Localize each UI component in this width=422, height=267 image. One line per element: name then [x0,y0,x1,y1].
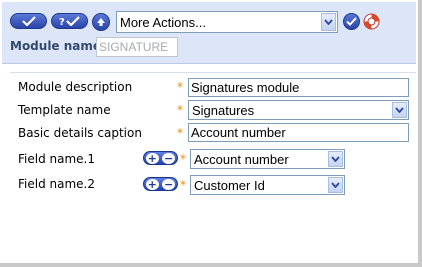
add-field-1-button[interactable]: + [145,152,159,164]
module-description-label: Module description [18,80,133,94]
field-name-2-value: Customer Id [194,177,265,193]
confirm-query-button[interactable]: ? [51,13,88,29]
chevron-down-icon [321,13,336,31]
more-actions-value: More Actions... [120,14,206,30]
module-description-input[interactable]: Signatures module [188,78,409,97]
checkmark-icon [21,16,36,26]
field-name-2-select[interactable]: Customer Id [190,175,345,195]
chevron-down-icon [392,102,407,118]
up-arrow-icon [97,18,105,26]
basic-details-caption-input[interactable]: Account number [188,123,409,142]
remove-field-1-button[interactable]: − [162,152,176,164]
required-marker: * [180,178,186,192]
help-button[interactable] [363,13,380,30]
remove-field-2-button[interactable]: − [162,178,176,190]
go-button[interactable] [343,13,360,30]
svg-text:?: ? [59,17,65,26]
question-check-icon: ? [59,16,80,26]
field-2-add-remove: + − [143,177,178,191]
chevron-down-icon [328,177,343,193]
confirm-button[interactable] [10,13,47,29]
field-name-2-label: Field name.2 [18,177,95,191]
add-field-2-button[interactable]: + [145,178,159,190]
module-name-label: Module name [10,39,102,53]
more-actions-select[interactable]: More Actions... [116,11,338,33]
chevron-down-icon [328,151,343,167]
required-marker: * [180,152,186,166]
go-check-icon [346,17,357,26]
required-marker: * [177,103,183,117]
field-name-1-label: Field name.1 [18,152,95,166]
required-marker: * [177,80,183,94]
required-marker: * [177,126,183,140]
field-name-1-value: Account number [194,151,289,167]
field-name-1-select[interactable]: Account number [190,149,345,169]
template-name-value: Signatures [192,102,255,118]
module-name-field: SIGNATURE [96,37,178,57]
template-name-label: Template name [18,103,111,117]
upload-button[interactable] [92,13,110,31]
field-1-add-remove: + − [143,151,178,165]
toolbar: ? More Actions... Module name SIGNATURE [2,2,416,64]
template-name-select[interactable]: Signatures [188,100,409,120]
lifebuoy-icon [363,13,380,30]
basic-details-caption-label: Basic details caption [18,126,142,140]
